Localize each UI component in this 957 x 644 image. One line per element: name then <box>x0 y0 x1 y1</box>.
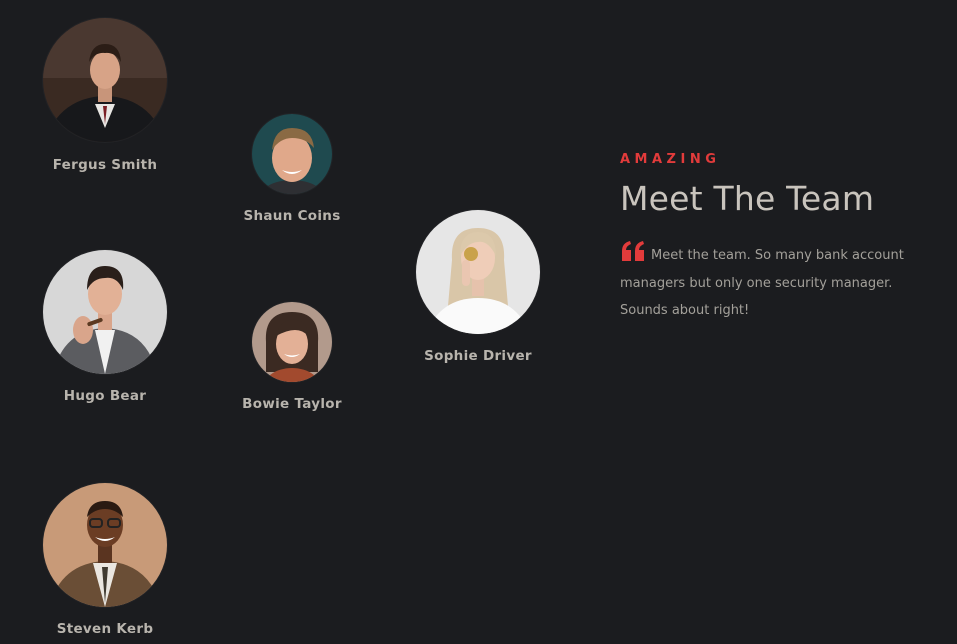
avatar[interactable] <box>252 114 332 194</box>
member-name: Bowie Taylor <box>242 396 342 412</box>
member-name: Fergus Smith <box>52 157 158 173</box>
quote-left-icon <box>620 240 647 262</box>
avatar[interactable] <box>43 250 167 374</box>
avatar[interactable] <box>416 210 540 334</box>
team-section: Fergus Smith Shaun Coins Hugo Bear Bowie… <box>0 0 957 644</box>
member-name: Steven Kerb <box>56 621 154 637</box>
portrait-photo <box>43 483 167 607</box>
portrait-photo <box>252 302 332 382</box>
team-member-fergus-smith[interactable]: Fergus Smith <box>25 18 185 173</box>
portrait-photo <box>252 114 332 194</box>
portrait-photo <box>416 210 540 334</box>
quote-text: Meet the team. So many bank account mana… <box>620 248 904 318</box>
member-name: Shaun Coins <box>243 208 341 224</box>
intro-quote: Meet the team. So many bank account mana… <box>620 240 930 325</box>
team-member-hugo-bear[interactable]: Hugo Bear <box>25 250 185 404</box>
member-name: Sophie Driver <box>424 348 532 364</box>
team-member-steven-kerb[interactable]: Steven Kerb <box>25 483 185 637</box>
team-member-bowie-taylor[interactable]: Bowie Taylor <box>212 302 372 412</box>
section-heading: Meet The Team <box>620 179 875 218</box>
avatar[interactable] <box>43 483 167 607</box>
section-eyebrow: AMAZING <box>620 152 721 167</box>
portrait-photo <box>43 18 167 142</box>
portrait-photo <box>43 250 167 374</box>
avatar[interactable] <box>43 18 167 142</box>
team-member-sophie-driver[interactable]: Sophie Driver <box>398 210 558 364</box>
team-member-shaun-coins[interactable]: Shaun Coins <box>212 114 372 224</box>
avatar[interactable] <box>252 302 332 382</box>
member-name: Hugo Bear <box>63 388 147 404</box>
team-intro: AMAZING Meet The Team Meet the team. So … <box>620 152 930 325</box>
